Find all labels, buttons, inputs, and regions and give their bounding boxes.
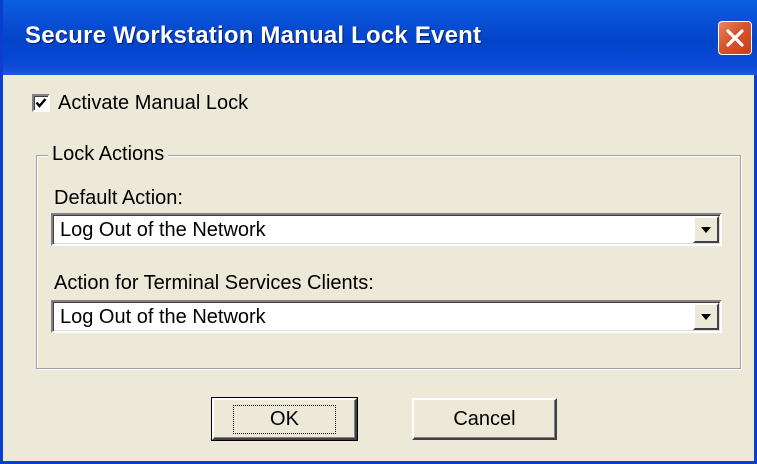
default-action-dropdown[interactable]: Log Out of the Network	[51, 213, 722, 246]
ok-button-label: OK	[233, 404, 336, 434]
ok-button[interactable]: OK	[211, 397, 358, 441]
checkmark-icon	[35, 98, 47, 108]
activate-manual-lock-row[interactable]: Activate Manual Lock	[32, 92, 248, 114]
chevron-down-icon	[701, 226, 711, 233]
default-action-label: Default Action:	[54, 187, 183, 209]
default-action-dropdown-button[interactable]	[693, 216, 719, 243]
cancel-button[interactable]: Cancel	[412, 398, 557, 440]
terminal-action-dropdown-button[interactable]	[693, 303, 719, 330]
terminal-action-label: Action for Terminal Services Clients:	[54, 272, 374, 294]
default-action-value: Log Out of the Network	[60, 219, 266, 241]
close-x-icon	[726, 29, 744, 47]
window-title: Secure Workstation Manual Lock Event	[25, 22, 482, 49]
chevron-down-icon	[701, 313, 711, 320]
terminal-action-dropdown[interactable]: Log Out of the Network	[51, 300, 722, 333]
activate-manual-lock-label[interactable]: Activate Manual Lock	[58, 92, 248, 115]
title-bar[interactable]: Secure Workstation Manual Lock Event	[3, 0, 757, 75]
close-button[interactable]	[718, 21, 752, 55]
lock-actions-group-label: Lock Actions	[48, 143, 169, 166]
cancel-button-label: Cancel	[453, 407, 516, 430]
activate-manual-lock-checkbox[interactable]	[32, 94, 50, 112]
terminal-action-value: Log Out of the Network	[60, 306, 266, 328]
